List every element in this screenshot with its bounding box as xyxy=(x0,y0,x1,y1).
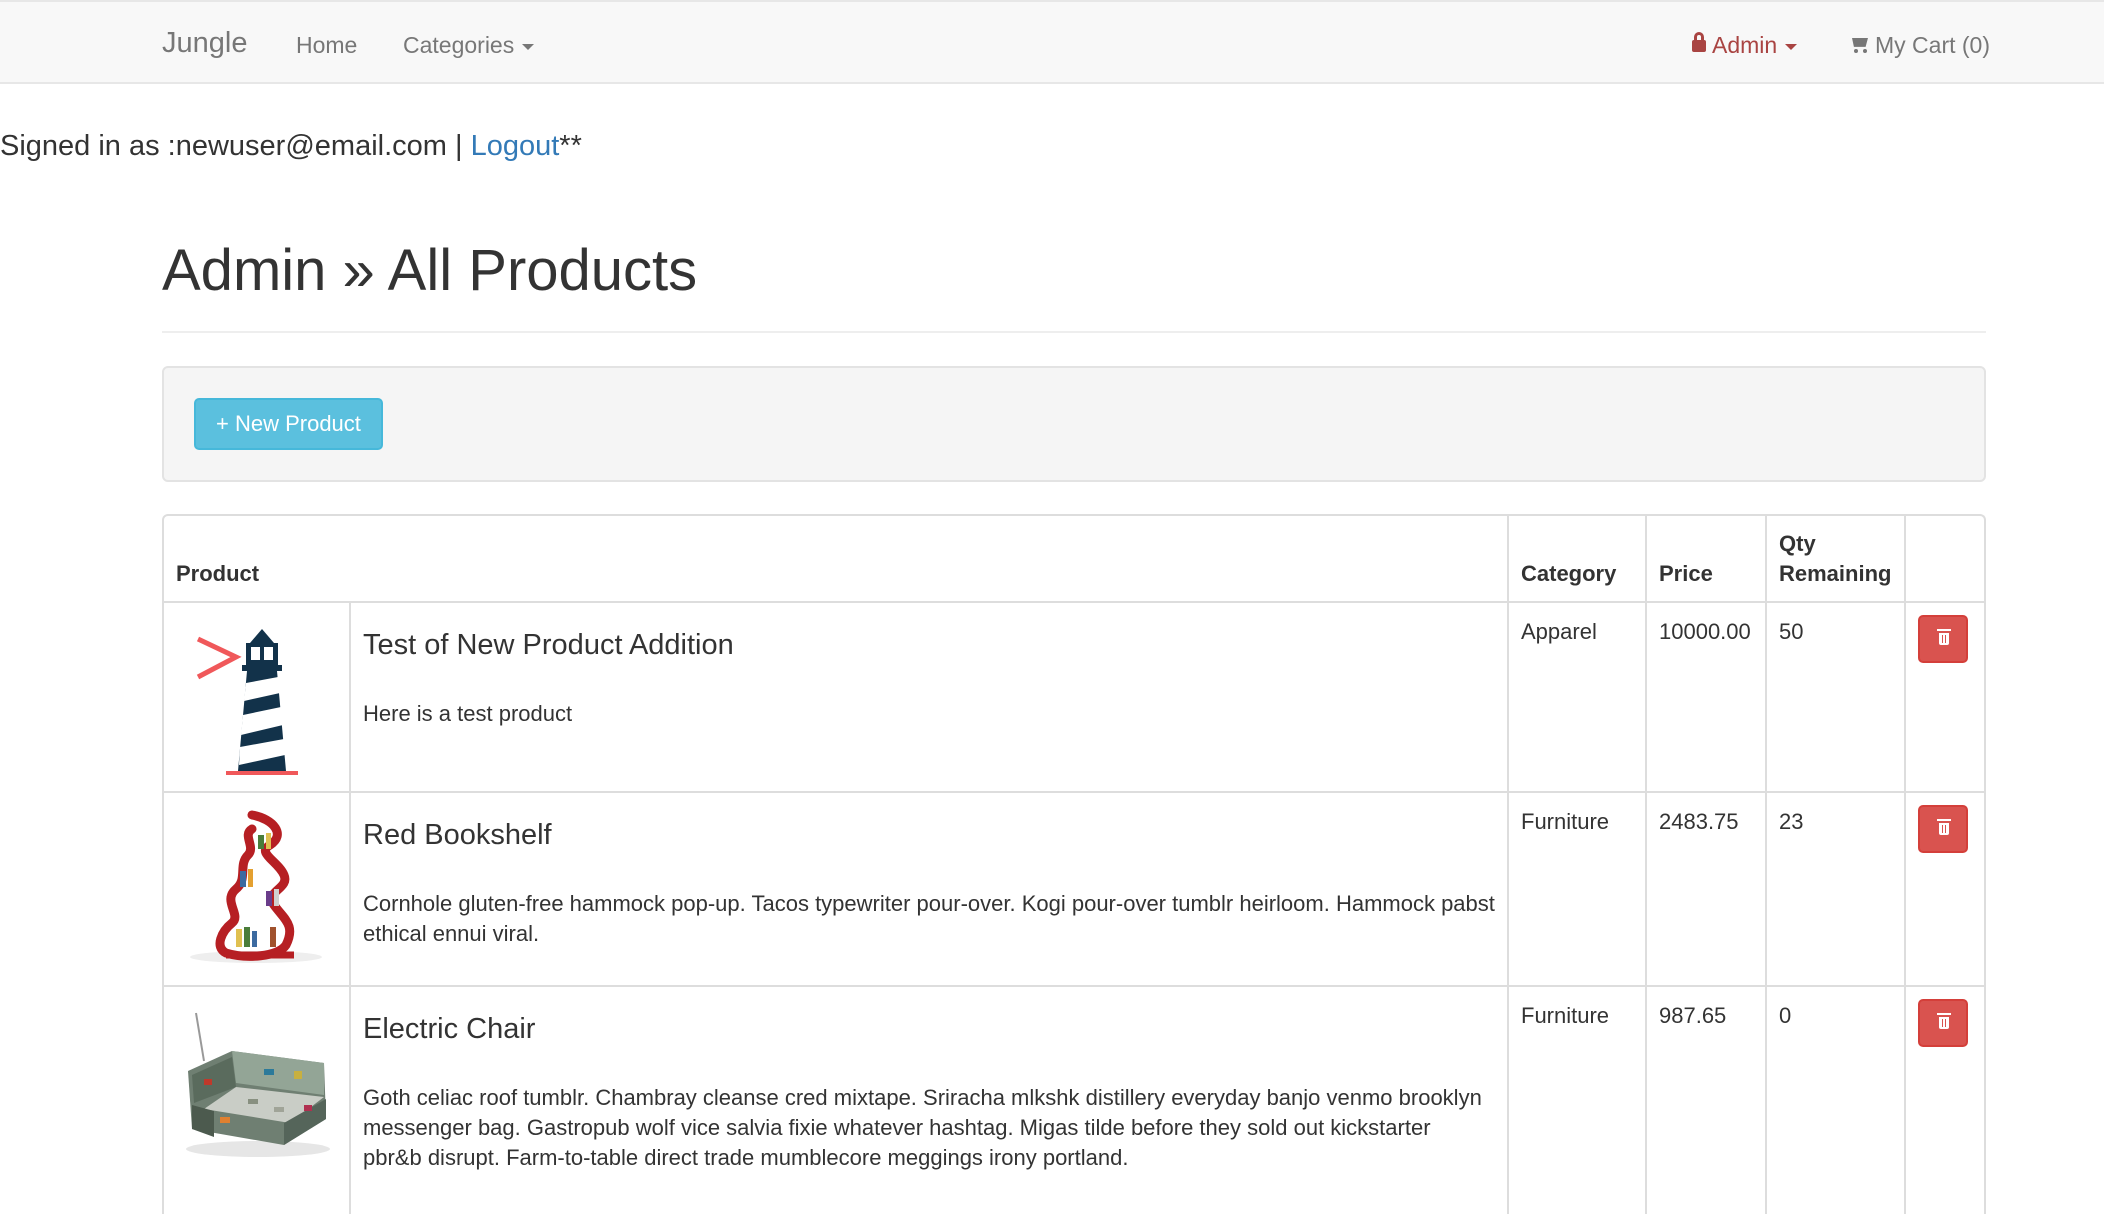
product-price-cell: 10000.00 xyxy=(1646,602,1767,793)
trash-icon xyxy=(1937,819,1951,835)
shopping-cart-icon xyxy=(1849,38,1869,53)
qty-header-line2: Remaining xyxy=(1779,561,1892,586)
product-category-cell: Apparel xyxy=(1508,602,1647,793)
product-actions-cell xyxy=(1905,602,1984,793)
signed-in-text: Signed in as :newuser@email.com | xyxy=(0,130,471,162)
column-header-category: Category xyxy=(1508,516,1647,603)
product-image-cell xyxy=(164,792,351,987)
product-price: 10000.00 xyxy=(1659,619,1751,644)
actions-well: + New Product xyxy=(162,366,1986,482)
lock-icon xyxy=(1692,31,1706,52)
product-category-cell: Furniture xyxy=(1508,986,1647,1214)
qty-header-line1: Qty xyxy=(1779,531,1816,556)
column-header-qty: Qty Remaining xyxy=(1766,516,1906,603)
new-product-button[interactable]: + New Product xyxy=(194,398,383,450)
column-header-price: Price xyxy=(1646,516,1767,603)
table-row: Red Bookshelf Cornhole gluten-free hammo… xyxy=(164,792,1984,987)
product-name: Red Bookshelf xyxy=(363,819,552,851)
product-qty-cell: 50 xyxy=(1766,602,1906,793)
product-description: Here is a test product xyxy=(363,701,573,726)
product-info-cell: Test of New Product Addition Here is a t… xyxy=(350,602,1509,793)
delete-product-button[interactable] xyxy=(1918,999,1968,1047)
nav-cart-link[interactable]: My Cart (0) xyxy=(1849,30,1990,60)
product-category: Apparel xyxy=(1521,619,1597,644)
chevron-down-icon xyxy=(1785,43,1798,50)
table-row: Test of New Product Addition Here is a t… xyxy=(164,602,1984,793)
trash-icon xyxy=(1937,629,1951,645)
nav-categories-label: Categories xyxy=(403,32,515,58)
delete-product-button[interactable] xyxy=(1918,805,1968,853)
product-name: Electric Chair xyxy=(363,1013,536,1045)
product-info-cell: Electric Chair Goth celiac roof tumblr. … xyxy=(350,986,1509,1214)
bookshelf-icon xyxy=(190,810,322,963)
page-title: Admin » All Products xyxy=(162,238,698,303)
table-header-row: Product Category Price Qty Remaining xyxy=(164,516,1984,603)
product-qty-cell: 23 xyxy=(1766,792,1906,987)
product-image-cell xyxy=(164,602,351,793)
product-description: Goth celiac roof tumblr. Chambray cleans… xyxy=(363,1085,1482,1170)
signed-in-suffix: ** xyxy=(559,130,582,162)
product-description: Cornhole gluten-free hammock pop-up. Tac… xyxy=(363,891,1495,946)
nav-home-link[interactable]: Home xyxy=(296,30,357,60)
product-qty: 50 xyxy=(1779,619,1804,644)
column-header-actions xyxy=(1905,516,1984,603)
product-qty: 23 xyxy=(1779,809,1804,834)
products-table-wrapper: Product Category Price Qty Remaining Tes… xyxy=(162,514,1986,1214)
nav-admin-dropdown[interactable]: Admin xyxy=(1692,30,1798,60)
product-price: 987.65 xyxy=(1659,1003,1727,1028)
signed-in-status: Signed in as :newuser@email.com | Logout… xyxy=(0,128,582,164)
product-actions-cell xyxy=(1905,792,1984,987)
product-category: Furniture xyxy=(1521,1003,1610,1028)
armchair-icon xyxy=(186,1012,330,1157)
navbar: Jungle Home Categories Admin My Cart (0) xyxy=(0,0,2104,84)
product-category: Furniture xyxy=(1521,809,1610,834)
header-divider xyxy=(162,331,1986,333)
nav-categories-dropdown[interactable]: Categories xyxy=(403,30,535,60)
product-qty-cell: 0 xyxy=(1766,986,1906,1214)
product-price-cell: 2483.75 xyxy=(1646,792,1767,987)
products-table: Product Category Price Qty Remaining Tes… xyxy=(164,516,1984,1214)
product-price-cell: 987.65 xyxy=(1646,986,1767,1214)
product-info-cell: Red Bookshelf Cornhole gluten-free hammo… xyxy=(350,792,1509,987)
product-price: 2483.75 xyxy=(1659,809,1739,834)
brand-link[interactable]: Jungle xyxy=(162,25,247,61)
delete-product-button[interactable] xyxy=(1918,615,1968,663)
nav-admin-label: Admin xyxy=(1712,32,1778,58)
product-image-cell xyxy=(164,986,351,1214)
chevron-down-icon xyxy=(522,43,535,50)
logout-link[interactable]: Logout xyxy=(471,130,560,162)
trash-icon xyxy=(1937,1013,1951,1029)
lighthouse-icon xyxy=(196,629,298,775)
table-row: Electric Chair Goth celiac roof tumblr. … xyxy=(164,986,1984,1214)
product-qty: 0 xyxy=(1779,1003,1792,1028)
column-header-product: Product xyxy=(164,516,1509,603)
product-category-cell: Furniture xyxy=(1508,792,1647,987)
product-actions-cell xyxy=(1905,986,1984,1214)
product-name: Test of New Product Addition xyxy=(363,629,734,661)
nav-cart-label: My Cart (0) xyxy=(1875,32,1990,58)
